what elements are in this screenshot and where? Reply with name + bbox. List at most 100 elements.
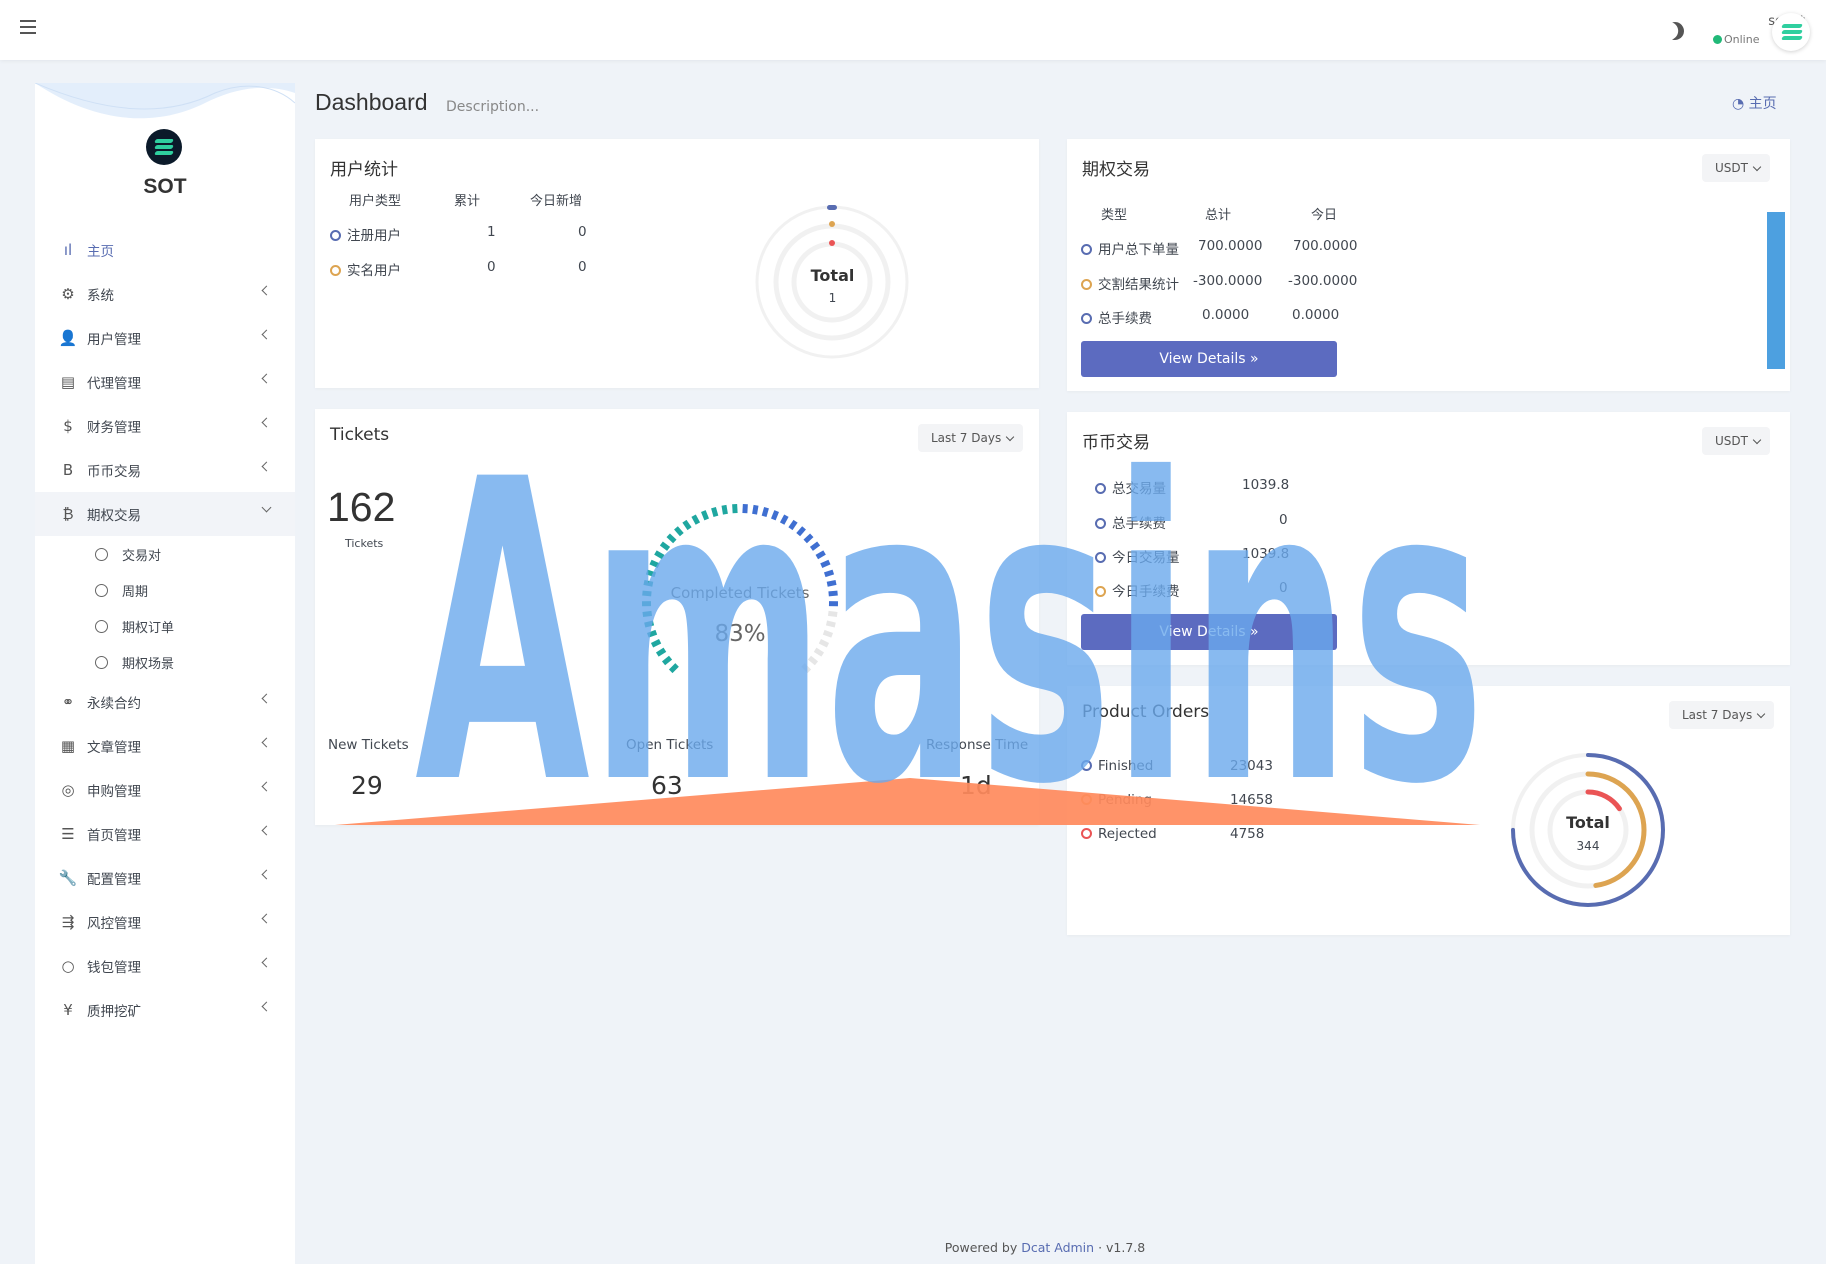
sidebar-item[interactable]: 🔧 配置管理 <box>35 856 295 900</box>
sidebar-subitem-label: 周期 <box>122 584 149 600</box>
row-total: 1 <box>487 224 496 240</box>
sidebar-item[interactable]: ₿ 期权交易 <box>35 492 295 536</box>
footer-separator: · <box>1098 1240 1107 1255</box>
gauge-tick <box>701 510 710 521</box>
gauge-tick <box>674 526 684 537</box>
page-title: Dashboard <box>315 89 428 115</box>
footer-version: v1.7.8 <box>1106 1240 1146 1255</box>
circle-icon <box>95 655 108 669</box>
sidebar-subitem[interactable]: 期权订单 <box>35 608 295 644</box>
gauge-tick <box>654 550 665 560</box>
chevron-down-icon <box>261 502 272 513</box>
gauge-tick <box>721 504 728 515</box>
list-item: 总手续费 <box>1095 512 1166 532</box>
view-details-button[interactable]: View Details » <box>1081 341 1337 377</box>
card-title: 期权交易 <box>1082 160 1150 180</box>
row-value: 0 <box>1279 580 1288 596</box>
ticket-count: 162 <box>327 484 396 530</box>
sidebar-item[interactable]: ○ 钱包管理 <box>35 944 295 988</box>
range-select[interactable]: Last 7 Days <box>1669 701 1775 729</box>
gauge-tick <box>659 541 671 551</box>
legend-circle-icon <box>1095 586 1106 597</box>
row-value: 0 <box>1279 512 1288 528</box>
row-label: 今日交易量 <box>1112 550 1180 566</box>
menu-toggle-icon[interactable] <box>20 20 36 34</box>
wrench-icon: 🔧 <box>58 869 78 887</box>
currency-select[interactable]: USDT <box>1702 154 1770 182</box>
gauge-tick <box>779 514 789 525</box>
donut-segment <box>829 240 835 246</box>
chevron-left-icon <box>261 1001 272 1012</box>
user-status: Online <box>1713 33 1759 46</box>
sidebar-item[interactable]: ⇶ 风控管理 <box>35 900 295 944</box>
logo-text: SOT <box>143 175 187 198</box>
logo-icon <box>146 129 182 165</box>
id-card-icon: ▤ <box>60 373 76 391</box>
avatar[interactable] <box>1772 13 1810 51</box>
sidebar-item-label: 钱包管理 <box>87 960 141 976</box>
row-today: -300.0000 <box>1288 273 1358 289</box>
sidebar-wave-decoration <box>35 83 295 119</box>
sidebar-item[interactable]: ⚭ 永续合约 <box>35 680 295 724</box>
gauge-tick <box>682 519 692 531</box>
sidebar-item[interactable]: ¥ 质押挖矿 <box>35 988 295 1032</box>
list-item: 总交易量 <box>1095 477 1166 497</box>
donut-center-label: Total <box>1566 813 1610 832</box>
sidebar-item-label: 代理管理 <box>87 376 141 392</box>
options-trade-card: 期权交易 USDT 类型 总计 今日 用户总下单量 700.0000 700.0… <box>1067 139 1790 391</box>
sidebar-item[interactable]: ▦ 文章管理 <box>35 724 295 768</box>
sidebar-item[interactable]: B 币币交易 <box>35 448 295 492</box>
row-label: 注册用户 <box>347 228 401 244</box>
sidebar-item[interactable]: ⚙ 系统 <box>35 272 295 316</box>
row-label: Pending <box>1098 792 1152 808</box>
sidebar-item[interactable]: ☰ 首页管理 <box>35 812 295 856</box>
sidebar-item-label: 期权交易 <box>87 508 141 524</box>
list-item: 今日交易量 <box>1095 546 1180 566</box>
sidebar-item[interactable]: $ 财务管理 <box>35 404 295 448</box>
gauge-tick <box>645 569 657 578</box>
sidebar-subitem[interactable]: 周期 <box>35 572 295 608</box>
sidebar-item-label: 申购管理 <box>87 784 141 800</box>
sidebar-item[interactable]: ◎ 申购管理 <box>35 768 295 812</box>
bitcoin-icon: ₿ <box>62 505 74 523</box>
user-status-label: Online <box>1724 33 1760 46</box>
gauge-tick <box>827 610 838 617</box>
dark-mode-toggle-icon[interactable] <box>1663 19 1688 44</box>
list-item: 今日手续费 <box>1095 580 1180 600</box>
bar-chart-icon: ıl <box>63 241 73 259</box>
view-details-button[interactable]: View Details » <box>1081 614 1337 650</box>
bold-b-icon: B <box>62 461 74 479</box>
legend-circle-icon <box>1095 552 1106 563</box>
row-total: 0.0000 <box>1202 307 1250 323</box>
chevron-left-icon <box>261 869 272 880</box>
breadcrumb[interactable]: ◔ 主页 <box>1732 93 1777 113</box>
sidebar-subitem[interactable]: 交易对 <box>35 536 295 572</box>
ticket-count-label: Tickets <box>345 537 384 550</box>
sidebar-item-label: 文章管理 <box>87 740 141 756</box>
currency-select[interactable]: USDT <box>1702 427 1770 455</box>
row-value: 1039.8 <box>1242 546 1290 562</box>
stat-value: 1d <box>960 771 992 800</box>
sidebar: SOT ıl 主页 ⚙ 系统 👤 用户管理 ▤ 代理管理 $ 财务管理 B 币币交易 ₿ 期权交易交易对周… <box>35 83 295 1264</box>
sidebar-item[interactable]: 👤 用户管理 <box>35 316 295 360</box>
footer-link[interactable]: Dcat Admin <box>1021 1240 1094 1255</box>
chevron-left-icon <box>261 957 272 968</box>
list-item: Pending <box>1081 792 1152 808</box>
sidebar-subitem[interactable]: 期权场景 <box>35 644 295 680</box>
circle-icon: ○ <box>61 957 75 975</box>
sidebar-item-label: 主页 <box>87 244 114 260</box>
row-label: 总手续费 <box>1112 516 1166 532</box>
range-select[interactable]: Last 7 Days <box>918 424 1024 452</box>
stat-value: 63 <box>651 771 683 800</box>
legend-circle-icon <box>1081 760 1092 771</box>
sidebar-item-label: 质押挖矿 <box>87 1004 141 1020</box>
sidebar-item[interactable]: ıl 主页 <box>35 228 295 272</box>
column-header: 今日 <box>1311 208 1338 223</box>
donut-center-value: 344 <box>1576 839 1600 853</box>
row-label: 用户总下单量 <box>1098 242 1179 258</box>
gauge-tick <box>661 655 673 666</box>
top-navbar: sotbit Online <box>0 0 1826 60</box>
card-title: Tickets <box>330 425 390 445</box>
sidebar-item[interactable]: ▤ 代理管理 <box>35 360 295 404</box>
user-stats-card: 用户统计 用户类型 累计 今日新增 注册用户 1 0 实名用户 0 0 Tota… <box>315 139 1039 388</box>
